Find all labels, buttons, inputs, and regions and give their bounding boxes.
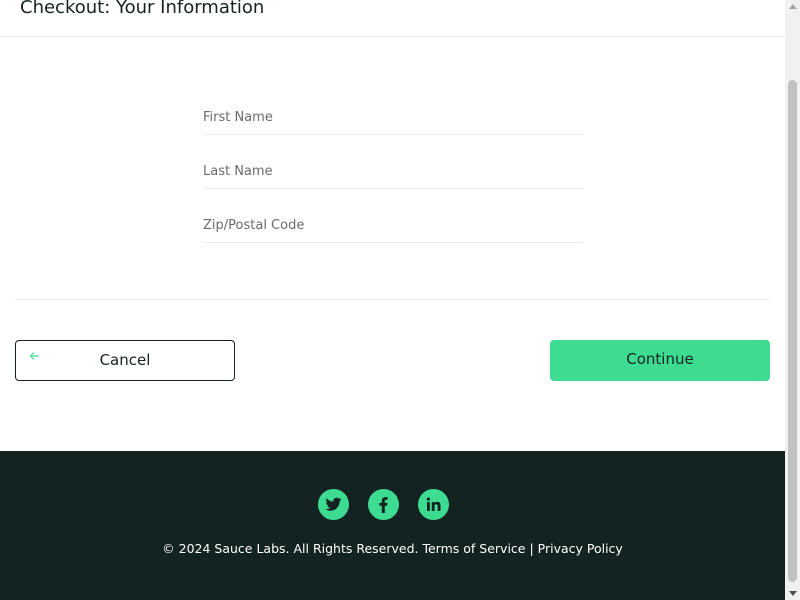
scrollbar-thumb[interactable] xyxy=(788,80,797,582)
checkout-page: Checkout: Your Information Cancel Contin… xyxy=(0,0,785,600)
footer: © 2024 Sauce Labs. All Rights Reserved. … xyxy=(0,451,785,600)
postal-code-input[interactable] xyxy=(203,209,583,243)
page-title: Checkout: Your Information xyxy=(20,0,265,18)
page-header: Checkout: Your Information xyxy=(0,0,785,37)
cancel-button-label: Cancel xyxy=(99,351,151,369)
browser-viewport: Checkout: Your Information Cancel Contin… xyxy=(0,0,800,600)
scroll-up-arrow-icon[interactable] xyxy=(789,4,797,9)
linkedin-link[interactable] xyxy=(418,489,449,520)
twitter-link[interactable] xyxy=(318,489,349,520)
scroll-down-arrow-icon[interactable] xyxy=(789,591,797,596)
last-name-input[interactable] xyxy=(203,155,583,189)
linkedin-icon xyxy=(426,497,441,511)
facebook-link[interactable] xyxy=(368,489,399,520)
twitter-icon xyxy=(325,497,342,511)
page-scrollbar[interactable] xyxy=(785,0,800,600)
first-name-input[interactable] xyxy=(203,101,583,135)
facebook-icon xyxy=(379,497,388,513)
footer-copyright: © 2024 Sauce Labs. All Rights Reserved. … xyxy=(162,541,623,556)
form-divider xyxy=(15,299,770,300)
cancel-button[interactable]: Cancel xyxy=(15,340,235,381)
continue-button[interactable]: Continue xyxy=(550,340,770,381)
continue-button-label: Continue xyxy=(626,350,694,368)
